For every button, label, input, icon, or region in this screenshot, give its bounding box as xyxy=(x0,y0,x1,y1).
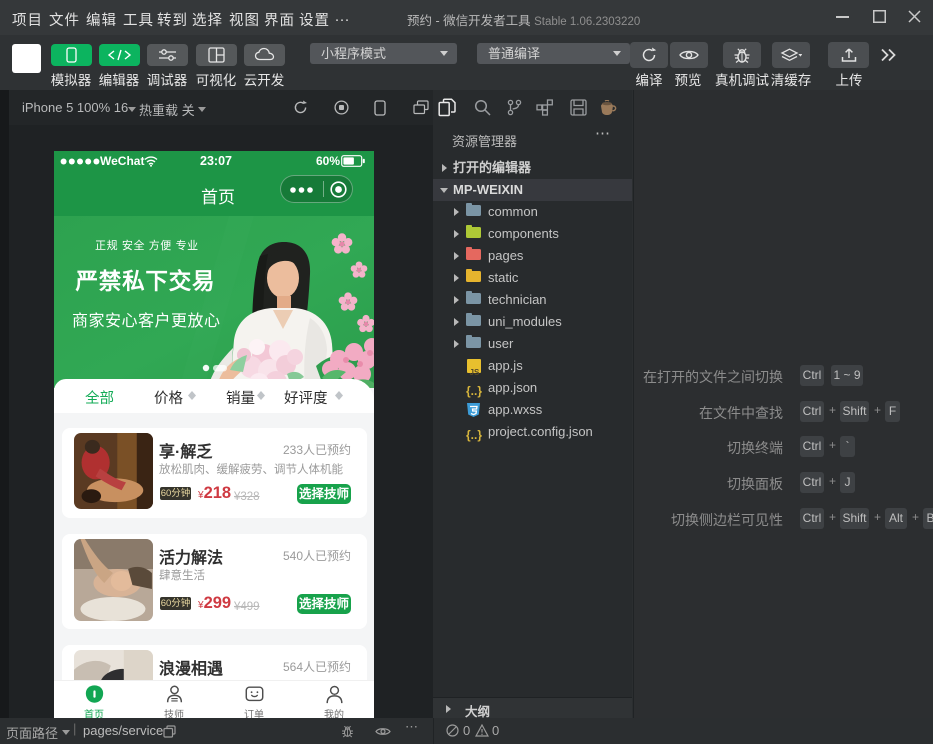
svg-text:严禁私下交易: 严禁私下交易 xyxy=(76,268,216,294)
svg-text:正规 安全 方便 专业: 正规 安全 方便 专业 xyxy=(95,238,199,252)
svg-text:商家安心客户更放心: 商家安心客户更放心 xyxy=(72,312,221,330)
